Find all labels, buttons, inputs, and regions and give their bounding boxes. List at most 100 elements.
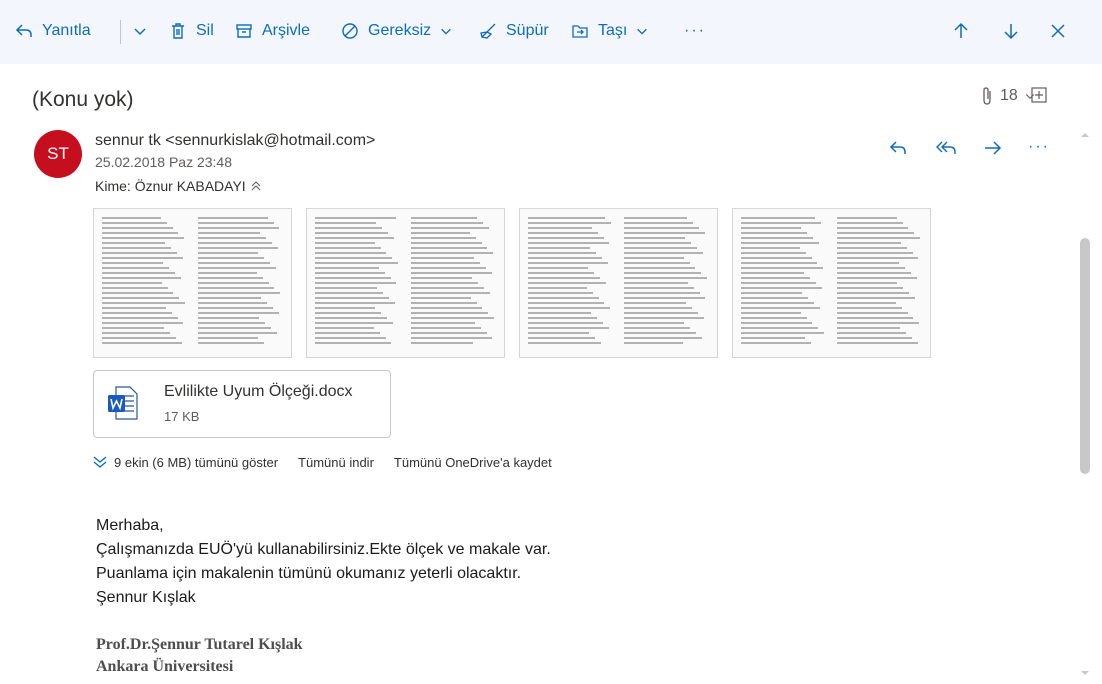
thumbnail-text-line <box>837 342 918 344</box>
message-forward-button[interactable] <box>982 138 1004 158</box>
thumbnail-text-line <box>315 262 399 264</box>
thumbnail-text-line <box>528 342 602 344</box>
previous-message-button[interactable] <box>950 14 972 48</box>
thumbnail-text-line <box>741 337 805 339</box>
thumbnail-text-line <box>528 307 611 309</box>
thumbnail-text-line <box>741 252 806 254</box>
thumbnail-text-line <box>528 277 601 279</box>
thumbnail-text-line <box>624 332 697 334</box>
thumbnail-text-line <box>624 342 683 344</box>
thumbnail-text-line <box>837 332 906 334</box>
thumbnail-text-line <box>315 277 391 279</box>
thumbnail-text-line <box>102 262 164 264</box>
expand-view-button[interactable] <box>1030 86 1048 104</box>
thumbnail-text-line <box>102 317 178 319</box>
message-reply-button[interactable] <box>888 138 908 158</box>
thumbnail-text-line <box>315 332 380 334</box>
more-actions-button[interactable]: ··· <box>684 14 706 48</box>
thumbnail-text-line <box>741 307 820 309</box>
thumbnail-text-line <box>411 337 493 339</box>
message-more-button[interactable]: ··· <box>1028 138 1050 156</box>
thumbnail-text-line <box>102 267 170 269</box>
scrollbar-thumb[interactable] <box>1080 238 1090 474</box>
scroll-up-icon[interactable] <box>1078 130 1092 140</box>
thumbnail-text-line <box>102 302 186 304</box>
thumbnail-text-line <box>741 287 822 289</box>
thumbnail-text-line <box>198 227 280 229</box>
junk-button[interactable]: Gereksiz <box>340 14 453 48</box>
thumbnail-text-line <box>411 217 478 219</box>
thumbnail-text-line <box>411 232 470 234</box>
message-date: 25.02.2018 Paz 23:48 <box>95 154 233 170</box>
chevron-down-icon <box>441 28 451 35</box>
thumbnail-page-column <box>837 217 921 351</box>
thumbnail-text-line <box>624 307 693 309</box>
thumbnail-text-line <box>315 342 392 344</box>
delete-button[interactable]: Sil <box>168 14 214 48</box>
save-to-onedrive-link[interactable]: Tümünü OneDrive'a kaydet <box>394 455 552 470</box>
thumbnail-text-line <box>102 282 162 284</box>
image-attachment-thumbnail[interactable] <box>519 208 718 358</box>
thumbnail-text-line <box>411 277 473 279</box>
reply-button[interactable]: Yanıtla <box>14 14 91 48</box>
thumbnail-text-line <box>102 322 184 324</box>
show-all-attachments-link[interactable]: 9 ekin (6 MB) tümünü göster <box>114 455 278 470</box>
archive-button[interactable]: Arşivle <box>234 14 310 48</box>
reply-options-dropdown[interactable] <box>132 14 148 48</box>
thumbnail-text-line <box>315 292 384 294</box>
thumbnail-text-line <box>837 217 897 219</box>
thumbnail-text-line <box>741 217 815 219</box>
message-reply-all-button[interactable] <box>934 138 958 158</box>
body-line: Çalışmanızda EUÖ'yü kullanabilirsiniz.Ek… <box>96 541 551 558</box>
sweep-button[interactable]: Süpür <box>478 14 549 48</box>
paperclip-icon <box>983 87 991 105</box>
chevron-up-icon[interactable] <box>250 181 262 191</box>
thumbnail-text-line <box>528 322 603 324</box>
move-label: Taşı <box>598 22 628 39</box>
thumbnail-text-line <box>837 297 916 299</box>
thumbnail-text-line <box>528 292 593 294</box>
scroll-down-icon[interactable] <box>1078 668 1092 678</box>
thumbnail-text-line <box>411 297 471 299</box>
thumbnail-text-line <box>102 307 166 309</box>
recipient-name[interactable]: Öznur KABADAYI <box>135 178 246 194</box>
thumbnail-text-line <box>624 277 708 279</box>
thumbnail-text-line <box>528 272 595 274</box>
close-button[interactable] <box>1048 14 1068 48</box>
download-all-link[interactable]: Tümünü indir <box>298 455 374 470</box>
thumbnail-text-line <box>198 277 263 279</box>
document-attachment-card[interactable]: Evlilikte Uyum Ölçeği.docx 17 KB <box>93 370 391 438</box>
thumbnail-text-line <box>741 292 803 294</box>
image-attachment-thumbnail[interactable] <box>93 208 292 358</box>
next-message-button[interactable] <box>1000 14 1022 48</box>
thumbnail-text-line <box>102 257 183 259</box>
thumbnail-text-line <box>198 267 277 269</box>
sender-name[interactable]: sennur tk <sennurkislak@hotmail.com> <box>95 132 375 150</box>
thumbnail-text-line <box>411 252 494 254</box>
thumbnail-text-line <box>741 242 820 244</box>
broom-icon <box>480 23 496 39</box>
thumbnail-text-line <box>837 287 904 289</box>
to-label: Kime: <box>95 178 131 194</box>
double-chevron-down-icon[interactable] <box>92 454 108 470</box>
thumbnail-text-line <box>102 252 177 254</box>
thumbnail-text-line <box>315 252 387 254</box>
arrow-up-icon <box>954 22 968 38</box>
thumbnail-text-line <box>198 237 267 239</box>
attachments-count-dropdown[interactable]: 18 <box>980 86 1036 106</box>
thumbnail-text-line <box>741 277 810 279</box>
block-icon <box>342 23 358 39</box>
image-attachment-thumbnail[interactable] <box>732 208 931 358</box>
thumbnail-text-line <box>102 222 167 224</box>
archive-label: Arşivle <box>262 22 311 39</box>
image-attachment-thumbnail[interactable] <box>306 208 505 358</box>
move-button[interactable]: Taşı <box>570 14 649 48</box>
thumbnail-text-line <box>198 292 281 294</box>
thumbnail-text-line <box>198 257 265 259</box>
thumbnail-text-line <box>528 232 598 234</box>
thumbnail-text-line <box>198 222 274 224</box>
thumbnail-text-line <box>102 297 180 299</box>
thumbnail-text-line <box>528 282 607 284</box>
thumbnail-text-line <box>528 302 605 304</box>
avatar[interactable]: ST <box>34 130 82 178</box>
